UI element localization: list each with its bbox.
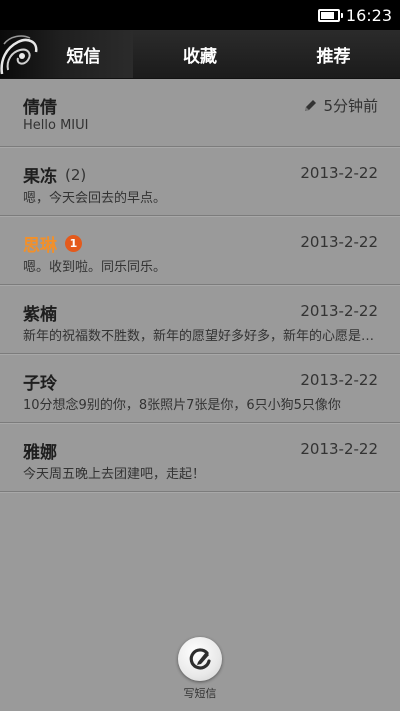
compose-button[interactable] <box>178 637 222 681</box>
date-text: 2013-2-22 <box>300 440 378 458</box>
date-text: 5分钟前 <box>323 97 378 115</box>
message-preview: Hello MIUI <box>23 118 89 133</box>
status-bar: 16:23 <box>0 0 400 30</box>
conversation-row[interactable]: 果冻 (2) 2013-2-22 嗯，今天会回去的早点。 <box>0 147 400 216</box>
tab-recommended[interactable]: 推荐 <box>267 30 400 78</box>
contact-name: 雅娜 <box>23 443 57 463</box>
tab-messages[interactable]: 短信 <box>0 30 133 78</box>
message-date: 2013-2-22 <box>300 164 378 182</box>
date-text: 2013-2-22 <box>300 164 378 182</box>
date-text: 2013-2-22 <box>300 233 378 251</box>
message-preview: 嗯，今天会回去的早点。 <box>23 191 167 206</box>
contact-name-row: 紫楠 <box>23 300 57 325</box>
date-text: 2013-2-22 <box>300 302 378 320</box>
battery-fill <box>320 11 335 19</box>
message-date: 5分钟前 <box>304 95 378 116</box>
message-date: 2013-2-22 <box>300 371 378 389</box>
message-date: 2013-2-22 <box>300 233 378 251</box>
tab-label: 推荐 <box>316 46 351 67</box>
message-count: (2) <box>65 165 87 184</box>
tab-label: 收藏 <box>183 46 217 67</box>
contact-name-row: 果冻 (2) <box>23 162 87 188</box>
contact-name: 倩倩 <box>23 98 57 118</box>
contact-name-row: 思琳 1 <box>23 231 82 256</box>
date-text: 2013-2-22 <box>300 371 378 389</box>
contact-name-row: 子玲 <box>23 369 57 394</box>
message-preview: 今天周五晚上去团建吧，走起！ <box>23 467 206 482</box>
conversation-row[interactable]: 雅娜 2013-2-22 今天周五晚上去团建吧，走起！ <box>0 423 400 492</box>
status-indicators: 16:23 <box>317 4 392 26</box>
tab-favorites[interactable]: 收藏 <box>133 30 267 78</box>
message-preview: 嗯。收到啦。同乐同乐。 <box>23 260 167 275</box>
message-preview: 10分想念9别的你，8张照片7张是你，6只小狗5只像你 <box>23 398 341 413</box>
compose-label: 写短信 <box>183 687 217 700</box>
message-date: 2013-2-22 <box>300 302 378 320</box>
contact-name: 子玲 <box>23 374 57 394</box>
conversation-row[interactable]: 子玲 2013-2-22 10分想念9别的你，8张照片7张是你，6只小狗5只像你 <box>0 354 400 423</box>
contact-name: 紫楠 <box>23 305 57 325</box>
pencil-icon <box>305 100 317 111</box>
compose-area: 写短信 <box>176 637 224 701</box>
contact-name-row: 倩倩 <box>23 93 57 118</box>
conversation-row[interactable]: 倩倩 5分钟前 Hello MIUI <box>0 78 400 147</box>
conversation-row[interactable]: 紫楠 2013-2-22 新年的祝福数不胜数，新年的愿望好多好多，新年的心愿是愿… <box>0 285 400 354</box>
compose-icon <box>189 648 211 670</box>
unread-badge: 1 <box>65 235 82 252</box>
conversation-list: 倩倩 5分钟前 Hello MIUI 果冻 (2) 2013-2-22 嗯，今天… <box>0 78 400 492</box>
message-date: 2013-2-22 <box>300 440 378 458</box>
tab-label: 短信 <box>66 46 101 67</box>
contact-name-row: 雅娜 <box>23 438 57 463</box>
message-preview: 新年的祝福数不胜数，新年的愿望好多好多，新年的心愿是愿你快乐 <box>23 329 375 344</box>
contact-name: 果冻 <box>23 167 57 187</box>
conversation-row[interactable]: 思琳 1 2013-2-22 嗯。收到啦。同乐同乐。 <box>0 216 400 285</box>
miui-swirl-icon <box>0 35 38 75</box>
tab-bar: 短信 收藏 推荐 <box>0 30 400 79</box>
status-clock: 16:23 <box>345 5 392 25</box>
contact-name: 思琳 <box>23 236 57 256</box>
battery-icon <box>317 8 343 22</box>
